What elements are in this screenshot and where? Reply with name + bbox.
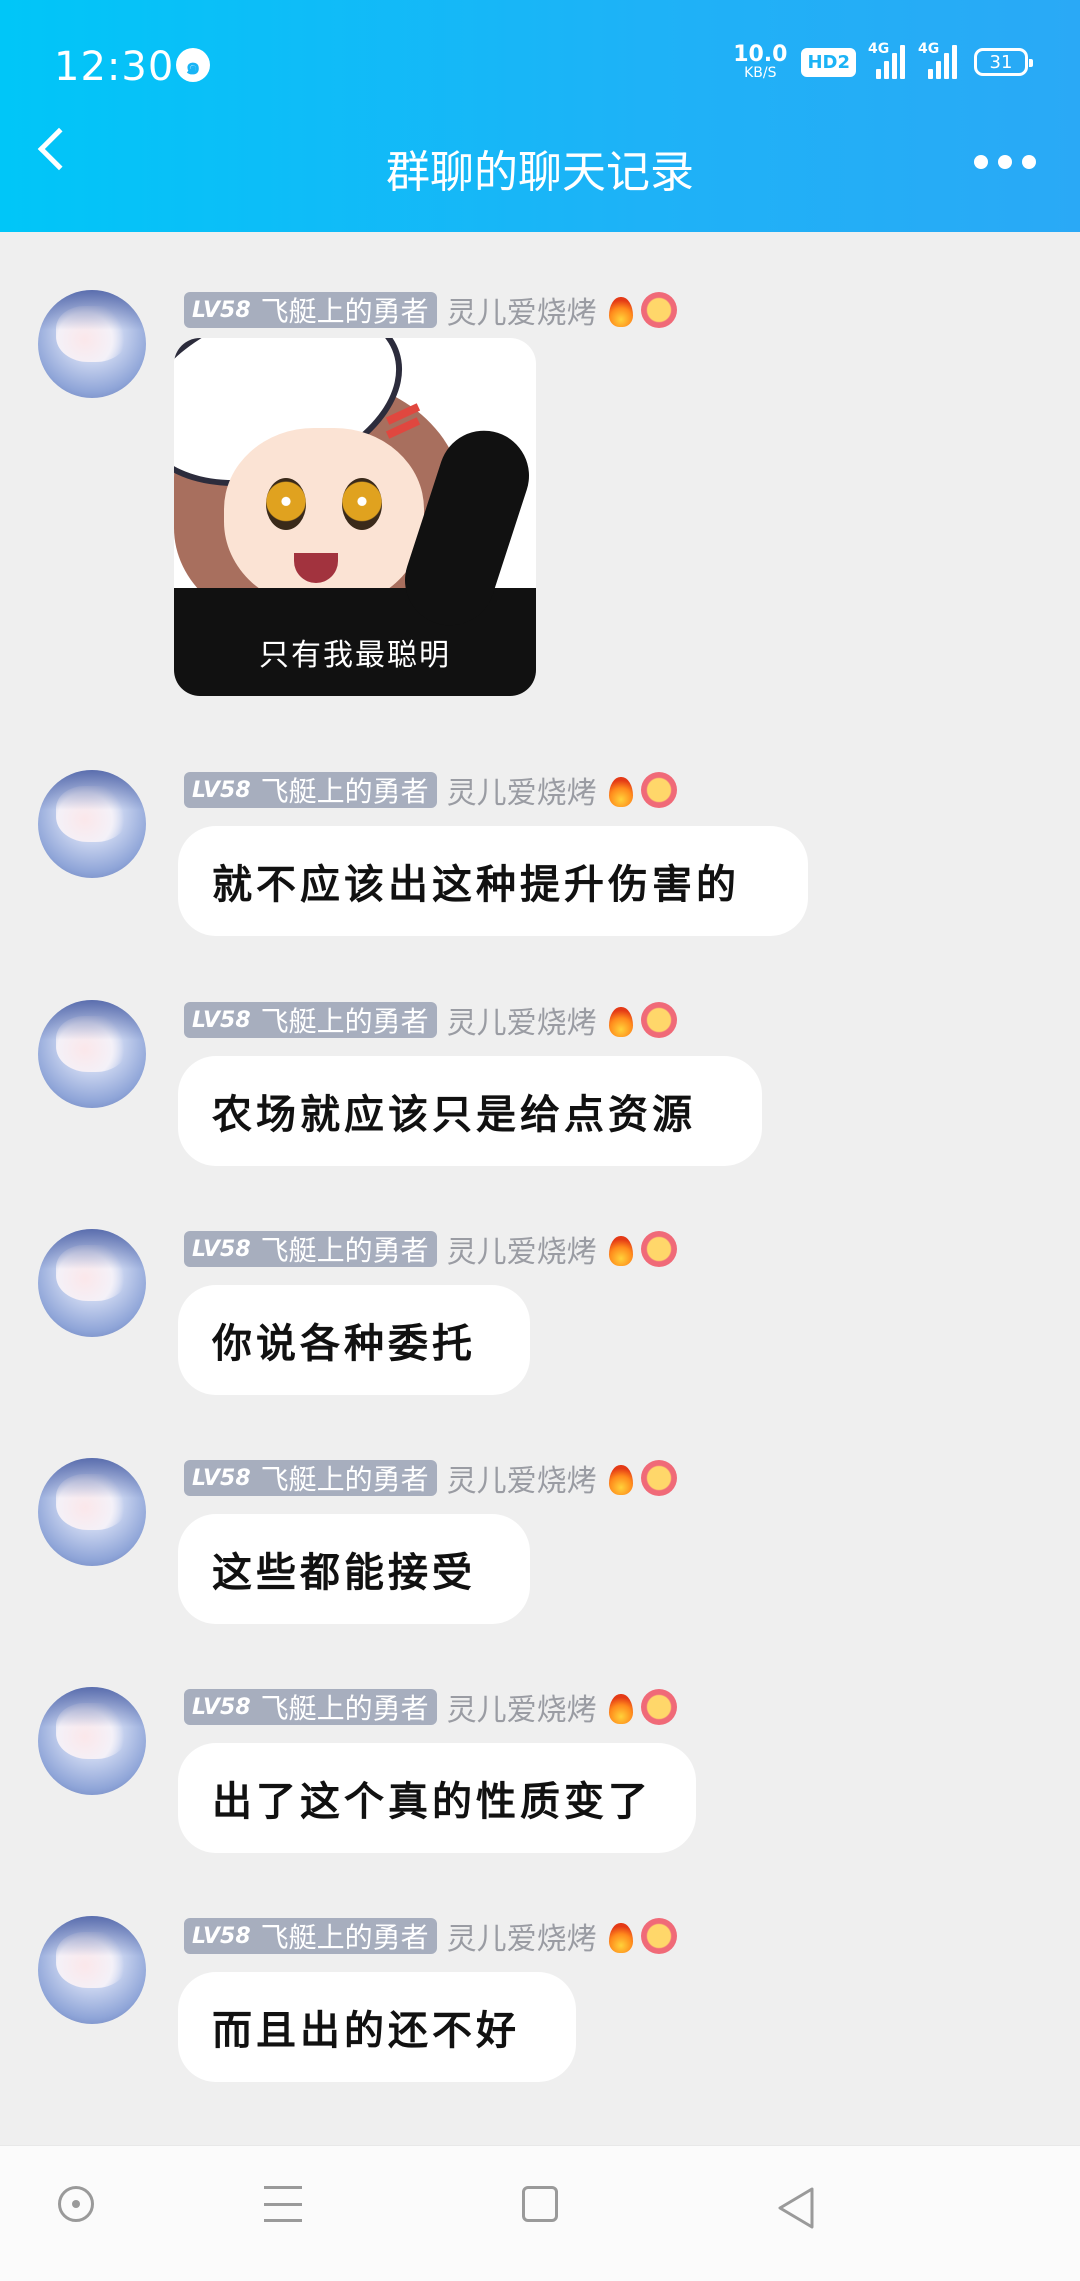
flower-icon	[640, 1689, 677, 1725]
fire-icon	[607, 1003, 635, 1037]
sender-nickname[interactable]: 灵儿爱烧烤	[447, 998, 597, 1042]
signal-2-label: 4G	[918, 41, 940, 57]
top-app-bar: 12:30 ๑ 10.0 KB/S HD2 4G 4G 31 群聊的聊天记录	[0, 0, 1080, 232]
level-title-badge: LV58 飞艇上的勇者	[184, 772, 437, 808]
fire-icon	[607, 1232, 635, 1266]
network-speed-value: 10.0	[733, 42, 788, 67]
notification-app-icon: ๑	[176, 48, 210, 82]
flower-icon	[640, 1002, 677, 1038]
level-title-badge: LV58 飞艇上的勇者	[184, 1689, 437, 1725]
sender-row: LV58 飞艇上的勇者 灵儿爱烧烤	[184, 1685, 677, 1729]
more-dots-icon[interactable]	[974, 155, 1036, 169]
message-bubble[interactable]: 你说各种委托	[178, 1285, 530, 1395]
sender-row: LV58 飞艇上的勇者 灵儿爱烧烤	[184, 768, 677, 812]
fire-icon	[607, 1690, 635, 1724]
signal-1-label: 4G	[868, 41, 890, 57]
flower-icon	[640, 1231, 677, 1267]
signal-icon-1: 4G	[868, 41, 906, 79]
sender-row: LV58 飞艇上的勇者 灵儿爱烧烤	[184, 1227, 677, 1271]
fire-icon	[607, 773, 635, 807]
level-title-badge: LV58 飞艇上的勇者	[184, 1002, 437, 1038]
sender-nickname[interactable]: 灵儿爱烧烤	[447, 768, 597, 812]
network-speed: 10.0 KB/S	[733, 42, 788, 81]
message-bubble[interactable]: 农场就应该只是给点资源	[178, 1056, 762, 1166]
battery-icon: 31	[974, 48, 1033, 76]
avatar[interactable]	[38, 1916, 146, 2024]
flower-icon	[640, 772, 677, 808]
level-title-badge: LV58 飞艇上的勇者	[184, 1918, 437, 1954]
flower-icon	[640, 292, 677, 328]
signal-icon-2: 4G	[918, 41, 960, 79]
avatar[interactable]	[38, 1687, 146, 1795]
sender-nickname[interactable]: 灵儿爱烧烤	[447, 1227, 597, 1271]
system-navigation-bar	[0, 2145, 1080, 2281]
message-bubble[interactable]: 出了这个真的性质变了	[178, 1743, 696, 1853]
avatar[interactable]	[38, 290, 146, 398]
sticker-caption: 只有我最聪明	[259, 638, 451, 673]
message-bubble[interactable]: 这些都能接受	[178, 1514, 530, 1624]
fire-icon	[607, 1919, 635, 1953]
menu-icon[interactable]	[264, 2186, 302, 2222]
status-time: 12:30	[54, 44, 175, 90]
avatar[interactable]	[38, 1000, 146, 1108]
fire-icon	[607, 293, 635, 327]
level-title-badge: LV58 飞艇上的勇者	[184, 1231, 437, 1267]
sender-row: LV58 飞艇上的勇者 灵儿爱烧烤	[184, 288, 677, 332]
fire-icon	[607, 1461, 635, 1495]
level-title-badge: LV58 飞艇上的勇者	[184, 1460, 437, 1496]
sender-row: LV58 飞艇上的勇者 灵儿爱烧烤	[184, 1456, 677, 1500]
sender-nickname[interactable]: 灵儿爱烧烤	[447, 288, 597, 332]
hd-voice-icon: HD2	[801, 47, 856, 77]
level-title-badge: LV58 飞艇上的勇者	[184, 292, 437, 328]
sender-row: LV58 飞艇上的勇者 灵儿爱烧烤	[184, 1914, 677, 1958]
sender-nickname[interactable]: 灵儿爱烧烤	[447, 1456, 597, 1500]
network-speed-unit: KB/S	[744, 65, 777, 81]
avatar[interactable]	[38, 1229, 146, 1337]
status-indicators: 10.0 KB/S HD2 4G 4G 31	[733, 41, 1033, 81]
avatar[interactable]	[38, 770, 146, 878]
avatar[interactable]	[38, 1458, 146, 1566]
page-title: 群聊的聊天记录	[386, 147, 694, 198]
flower-icon	[640, 1460, 677, 1496]
recent-apps-icon[interactable]	[522, 2186, 558, 2222]
sender-nickname[interactable]: 灵儿爱烧烤	[447, 1914, 597, 1958]
sender-nickname[interactable]: 灵儿爱烧烤	[447, 1685, 597, 1729]
flower-icon	[640, 1918, 677, 1954]
sticker-image[interactable]: 只有我最聪明	[174, 338, 536, 696]
sender-row: LV58 飞艇上的勇者 灵儿爱烧烤	[184, 998, 677, 1042]
home-icon[interactable]	[58, 2186, 94, 2222]
message-bubble[interactable]: 就不应该出这种提升伤害的	[178, 826, 808, 936]
message-bubble[interactable]: 而且出的还不好	[178, 1972, 576, 2082]
